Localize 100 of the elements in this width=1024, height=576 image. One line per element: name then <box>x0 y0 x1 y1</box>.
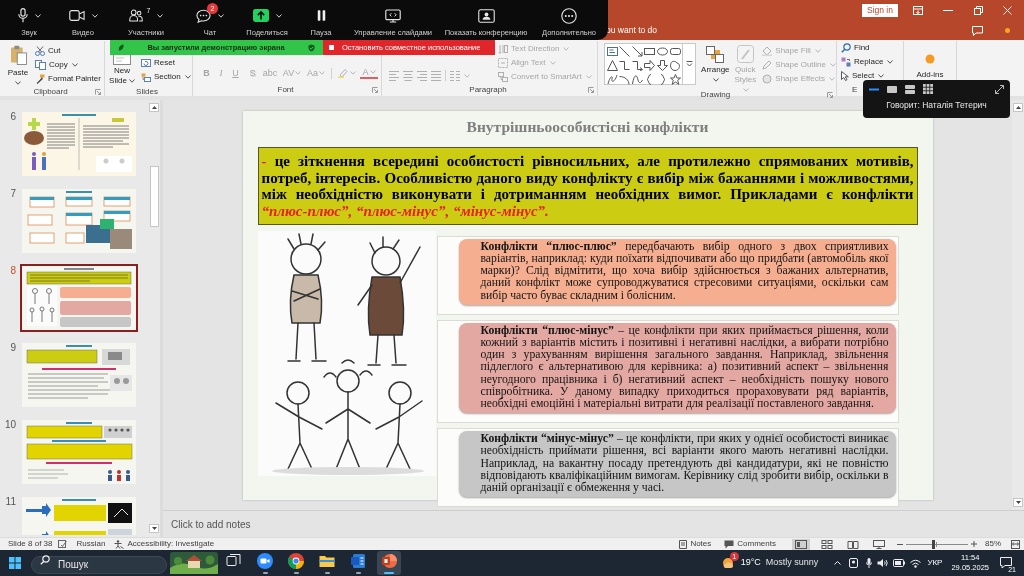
caret-icon[interactable] <box>71 63 78 67</box>
rounded-rectangle-icon[interactable] <box>669 46 681 57</box>
section-button[interactable]: Section <box>141 70 191 84</box>
more-icon[interactable] <box>561 7 577 24</box>
elbow-connector-icon[interactable] <box>619 60 631 71</box>
reading-view-button[interactable] <box>844 538 862 550</box>
strip-view-icon[interactable] <box>905 84 915 94</box>
caret-icon[interactable] <box>878 74 885 78</box>
select-button[interactable]: Select <box>841 69 903 83</box>
caret-icon[interactable] <box>713 77 720 82</box>
scroll-up-button[interactable] <box>1013 103 1023 112</box>
pause-icon[interactable] <box>316 10 326 21</box>
curve-icon[interactable] <box>631 74 643 85</box>
dialog-launcher-icon[interactable] <box>588 87 594 93</box>
notes-button[interactable]: Notes <box>679 539 712 549</box>
input-language[interactable]: УКР <box>927 557 943 569</box>
normal-view-button[interactable] <box>792 538 810 550</box>
microphone-icon[interactable] <box>866 558 873 568</box>
search-field[interactable]: Пошук <box>31 555 167 574</box>
scroll-down-button[interactable] <box>1013 498 1023 507</box>
fit-to-window-icon[interactable] <box>1011 539 1020 549</box>
landscape-drawing[interactable] <box>170 552 218 574</box>
find-button[interactable]: Find <box>841 41 903 55</box>
arrange-button[interactable]: Arrange <box>699 45 732 85</box>
speaker-icon[interactable] <box>877 558 889 568</box>
triangle-icon[interactable] <box>606 60 618 71</box>
zoom-in-icon[interactable] <box>971 541 977 547</box>
zoom-percentage[interactable]: 85% <box>985 539 1001 549</box>
sun-cloud-icon[interactable] <box>720 556 735 570</box>
star-icon[interactable] <box>669 74 681 85</box>
participants-icon[interactable] <box>128 9 143 22</box>
right-arrow-icon[interactable] <box>644 60 656 71</box>
close-icon[interactable] <box>1003 6 1012 15</box>
caret-icon[interactable] <box>184 75 191 79</box>
monitor-arrows-icon[interactable] <box>385 8 401 23</box>
section-icon <box>141 72 151 82</box>
shape-effects-icon <box>762 74 773 84</box>
conflict-card: Конфлікти “плюс-мінус” – це конфлікти при яких приймається рішення, коли кожний з варіантів містить і позитивні і негативні наслідки, а вибрати потрібно один з урахуванням вирішення загального завдання. Наприклад, звільнення підлеглого є альтернативою для керівника: а) позитивний аспект – звільнення неугодного працівника і б) негативний аспект – необхідність пошуку нового співробітника. У даному випадку приходиться прораховувати ряд варіантів, необхідні емоційні і матеріальні витрати для реалізації поставленого завдання. <box>458 322 896 414</box>
sign-in-button[interactable]: Sign in <box>862 4 898 17</box>
down-arrow-icon[interactable] <box>657 60 669 71</box>
scribble-icon[interactable] <box>606 74 618 85</box>
arc-icon[interactable] <box>619 74 631 85</box>
expand-icon[interactable] <box>995 84 1004 94</box>
windows-logo-icon[interactable] <box>9 557 21 569</box>
caret-icon[interactable] <box>128 78 135 83</box>
speaker-view-icon[interactable] <box>887 85 897 93</box>
elbow-arrow-icon[interactable] <box>631 60 643 71</box>
down-triangle-icon <box>1015 501 1021 504</box>
weather-condition[interactable]: Mostly sunny <box>765 556 819 570</box>
slide-sorter-button[interactable] <box>818 538 836 550</box>
copy-button[interactable]: Copy <box>35 58 101 72</box>
accessibility-icon[interactable] <box>114 539 125 549</box>
presentation-app-button[interactable] <box>377 551 401 575</box>
wifi-icon[interactable] <box>910 558 922 568</box>
video-camera-icon[interactable] <box>68 10 85 21</box>
paste-button[interactable]: Paste <box>4 43 32 86</box>
monitor-person-icon[interactable] <box>477 8 495 23</box>
restore-icon[interactable] <box>974 6 983 15</box>
accessibility-status[interactable]: Accessibility: Investigate <box>127 539 215 549</box>
text-box-icon[interactable] <box>606 46 618 57</box>
notes-check-icon[interactable] <box>58 540 68 548</box>
chevron-up-icon[interactable] <box>834 561 842 565</box>
reset-button[interactable]: Reset <box>141 56 191 70</box>
chat-icon[interactable] <box>196 8 211 23</box>
zoom-slider[interactable] <box>906 539 968 549</box>
cut-button[interactable]: Cut <box>35 44 101 58</box>
comment-icon[interactable] <box>972 25 983 36</box>
scrollbar-thumb[interactable] <box>149 166 159 227</box>
conflict-card: Конфлікти “мінус-мінус” – це конфлікти, при яких у однієї особистості виникає необхідність приймати рішення, всі варіанти якого мають негативні наслідки. Наприклад, на вакантну посаду претендують дві кандидатури, які не повністю відповідають кваліфікаційним вимогам. Керівнику слід зробити вибір, оскільки в даній організації є обмеження у часі. <box>458 431 896 498</box>
arrow-line-icon[interactable] <box>631 46 643 57</box>
language-label[interactable]: Russian <box>76 539 106 549</box>
oval-icon[interactable] <box>657 46 669 57</box>
slide-title: Внутрішньоособистісні конфлікти <box>465 117 710 137</box>
slide-number: 6 <box>9 110 16 123</box>
replace-button[interactable]: Replace <box>841 55 903 69</box>
temperature-text[interactable]: 19°C <box>740 556 761 570</box>
rectangle-icon[interactable] <box>644 46 656 57</box>
freeform-icon[interactable] <box>669 60 681 71</box>
minimize-video-icon[interactable] <box>869 87 879 91</box>
scroll-down-button[interactable] <box>149 524 159 533</box>
add-ins-button[interactable]: Add-ins <box>910 49 950 84</box>
gallery-view-icon[interactable] <box>923 84 933 94</box>
notes-field[interactable]: Click to add notes <box>163 515 1024 533</box>
camera-icon[interactable] <box>849 558 859 568</box>
caret-icon[interactable] <box>887 60 894 64</box>
format-painter-button[interactable]: Format Painter <box>35 72 101 86</box>
mic-icon[interactable] <box>17 8 28 23</box>
notification-icon[interactable] <box>1000 557 1012 569</box>
scroll-up-button[interactable] <box>149 103 159 112</box>
battery-icon[interactable] <box>893 559 906 567</box>
comments-button[interactable]: Comments <box>724 539 776 549</box>
line-icon[interactable] <box>619 46 631 57</box>
share-icon[interactable] <box>252 9 269 22</box>
dialog-launcher-icon[interactable] <box>827 92 833 98</box>
slide-show-button[interactable] <box>870 538 888 550</box>
caret-icon[interactable] <box>15 81 21 85</box>
zoom-slider-thumb[interactable] <box>931 539 935 549</box>
dialog-launcher-icon[interactable] <box>95 89 101 95</box>
dialog-launcher-icon[interactable] <box>372 87 378 93</box>
ribbon-display-icon[interactable] <box>913 6 923 15</box>
